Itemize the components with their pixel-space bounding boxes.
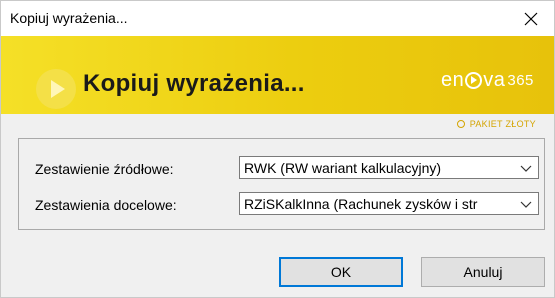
target-select-value: RZiSKalkInna (Rachunek zysków i str xyxy=(244,196,478,212)
enova-logo: en va 365 xyxy=(441,68,534,92)
dialog-window: Kopiuj wyrażenia... Kopiuj wyrażenia... … xyxy=(0,0,555,298)
cancel-button[interactable]: Anuluj xyxy=(421,257,545,287)
form-group-box xyxy=(18,138,545,230)
package-label: PAKIET ZŁOTY xyxy=(469,119,536,129)
package-dot-icon xyxy=(456,120,465,128)
window-title: Kopiuj wyrażenia... xyxy=(10,10,128,26)
chevron-down-icon xyxy=(520,201,532,208)
banner-title: Kopiuj wyrażenia... xyxy=(83,70,305,97)
chevron-down-icon xyxy=(520,165,532,172)
close-button[interactable] xyxy=(508,1,554,36)
source-select[interactable]: RWK (RW wariant kalkulacyjny) xyxy=(239,156,539,179)
source-label: Zestawienie źródłowe: xyxy=(35,161,174,177)
logo-ring-icon xyxy=(465,71,483,89)
logo-text-en: en xyxy=(441,68,465,91)
logo-text-va: va xyxy=(483,68,506,91)
target-label: Zestawienia docelowe: xyxy=(35,197,177,213)
package-badge: PAKIET ZŁOTY xyxy=(456,119,536,129)
play-triangle-icon xyxy=(51,80,65,98)
close-icon xyxy=(524,12,538,25)
header-banner: Kopiuj wyrażenia... en va 365 xyxy=(1,36,554,114)
logo-number: 365 xyxy=(507,71,534,89)
source-select-value: RWK (RW wariant kalkulacyjny) xyxy=(244,160,442,176)
title-bar: Kopiuj wyrażenia... xyxy=(1,1,554,36)
ok-button[interactable]: OK xyxy=(279,257,403,287)
target-select[interactable]: RZiSKalkInna (Rachunek zysków i str xyxy=(239,192,539,215)
